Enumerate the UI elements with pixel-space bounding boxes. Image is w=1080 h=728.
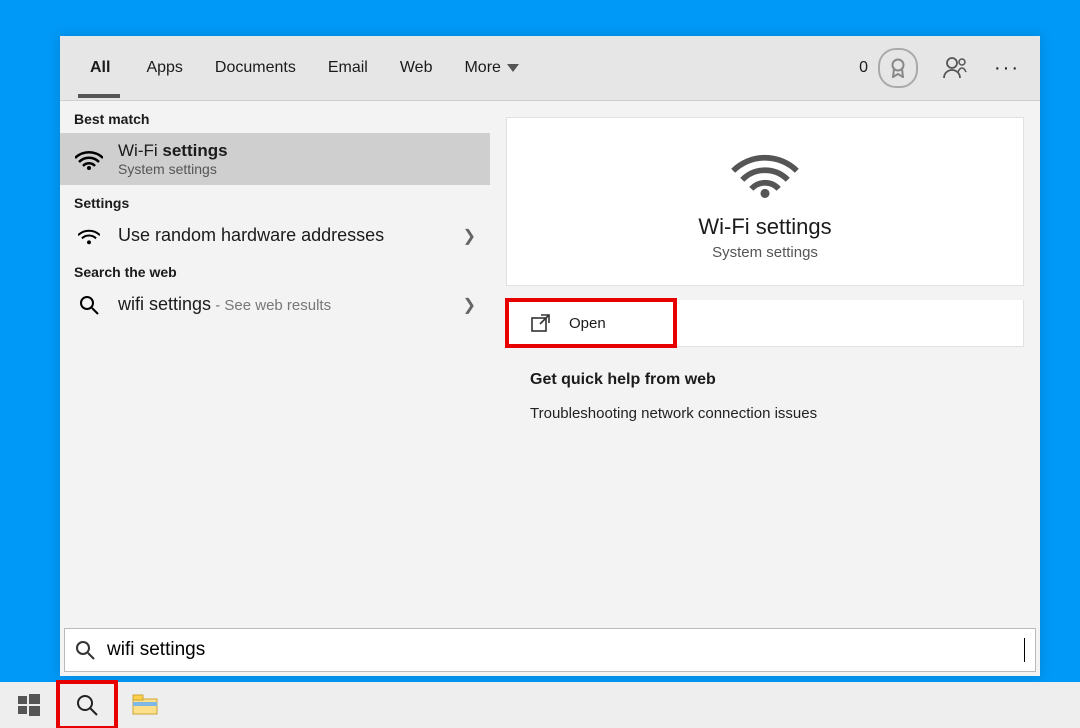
help-link-troubleshoot[interactable]: Troubleshooting network connection issue… (530, 405, 1000, 422)
wifi-icon (74, 227, 104, 245)
details-right-pane: Wi-Fi settings System settings Open Get … (490, 101, 1040, 631)
account-button[interactable] (924, 55, 986, 81)
chevron-right-icon: ❯ (463, 295, 476, 315)
open-button[interactable]: Open (507, 300, 675, 346)
tab-documents[interactable]: Documents (199, 36, 312, 100)
search-box[interactable] (64, 628, 1036, 672)
taskbar-explorer-button[interactable] (116, 682, 174, 728)
windows-icon (18, 694, 40, 716)
taskbar (0, 682, 1080, 728)
text-caret (1024, 638, 1025, 662)
result-title-bold: settings (162, 141, 227, 160)
search-icon (74, 295, 104, 315)
search-input[interactable] (105, 638, 1024, 662)
result-subtitle: System settings (118, 161, 228, 177)
chevron-right-icon: ❯ (463, 226, 476, 246)
details-title: Wi-Fi settings (527, 214, 1003, 240)
rewards-count: 0 (859, 59, 868, 77)
result-web-search[interactable]: wifi settings - See web results ❯ (60, 286, 490, 323)
wifi-large-icon (730, 148, 800, 198)
result-wifi-settings[interactable]: Wi-Fi settings System settings (60, 133, 490, 185)
file-explorer-icon (132, 694, 158, 716)
dropdown-icon (507, 64, 519, 72)
taskbar-search-button[interactable] (58, 682, 116, 728)
tab-email[interactable]: Email (312, 36, 384, 100)
results-left-pane: Best match Wi-Fi settings System setting… (60, 101, 490, 631)
open-icon (531, 314, 551, 332)
person-icon (942, 55, 968, 81)
section-settings: Settings (60, 185, 490, 217)
section-best-match: Best match (60, 101, 490, 133)
result-title: Use random hardware addresses (118, 225, 384, 246)
rewards-badge-icon (878, 48, 918, 88)
tab-more[interactable]: More (448, 36, 534, 100)
details-card: Wi-Fi settings System settings (506, 117, 1024, 286)
wifi-icon (74, 148, 104, 170)
open-label: Open (569, 315, 606, 332)
result-random-hardware[interactable]: Use random hardware addresses ❯ (60, 217, 490, 254)
options-button[interactable]: ··· (986, 57, 1040, 80)
tab-web[interactable]: Web (384, 36, 449, 100)
web-result-sub: - See web results (211, 297, 331, 314)
quick-help-header: Get quick help from web (530, 371, 1000, 389)
quick-help-section: Get quick help from web Troubleshooting … (506, 347, 1024, 430)
tab-all[interactable]: All (60, 36, 130, 100)
rewards-button[interactable]: 0 (859, 48, 924, 88)
search-tabs: All Apps Documents Email Web More 0 ··· (60, 36, 1040, 101)
result-title-prefix: Wi-Fi (118, 141, 162, 160)
web-result-text: wifi settings (118, 294, 211, 314)
tab-apps[interactable]: Apps (130, 36, 198, 100)
start-button[interactable] (0, 682, 58, 728)
search-icon (75, 640, 95, 660)
windows-search-panel: All Apps Documents Email Web More 0 ··· … (60, 36, 1040, 676)
section-web: Search the web (60, 254, 490, 286)
search-icon (76, 694, 98, 716)
details-subtitle: System settings (527, 244, 1003, 261)
